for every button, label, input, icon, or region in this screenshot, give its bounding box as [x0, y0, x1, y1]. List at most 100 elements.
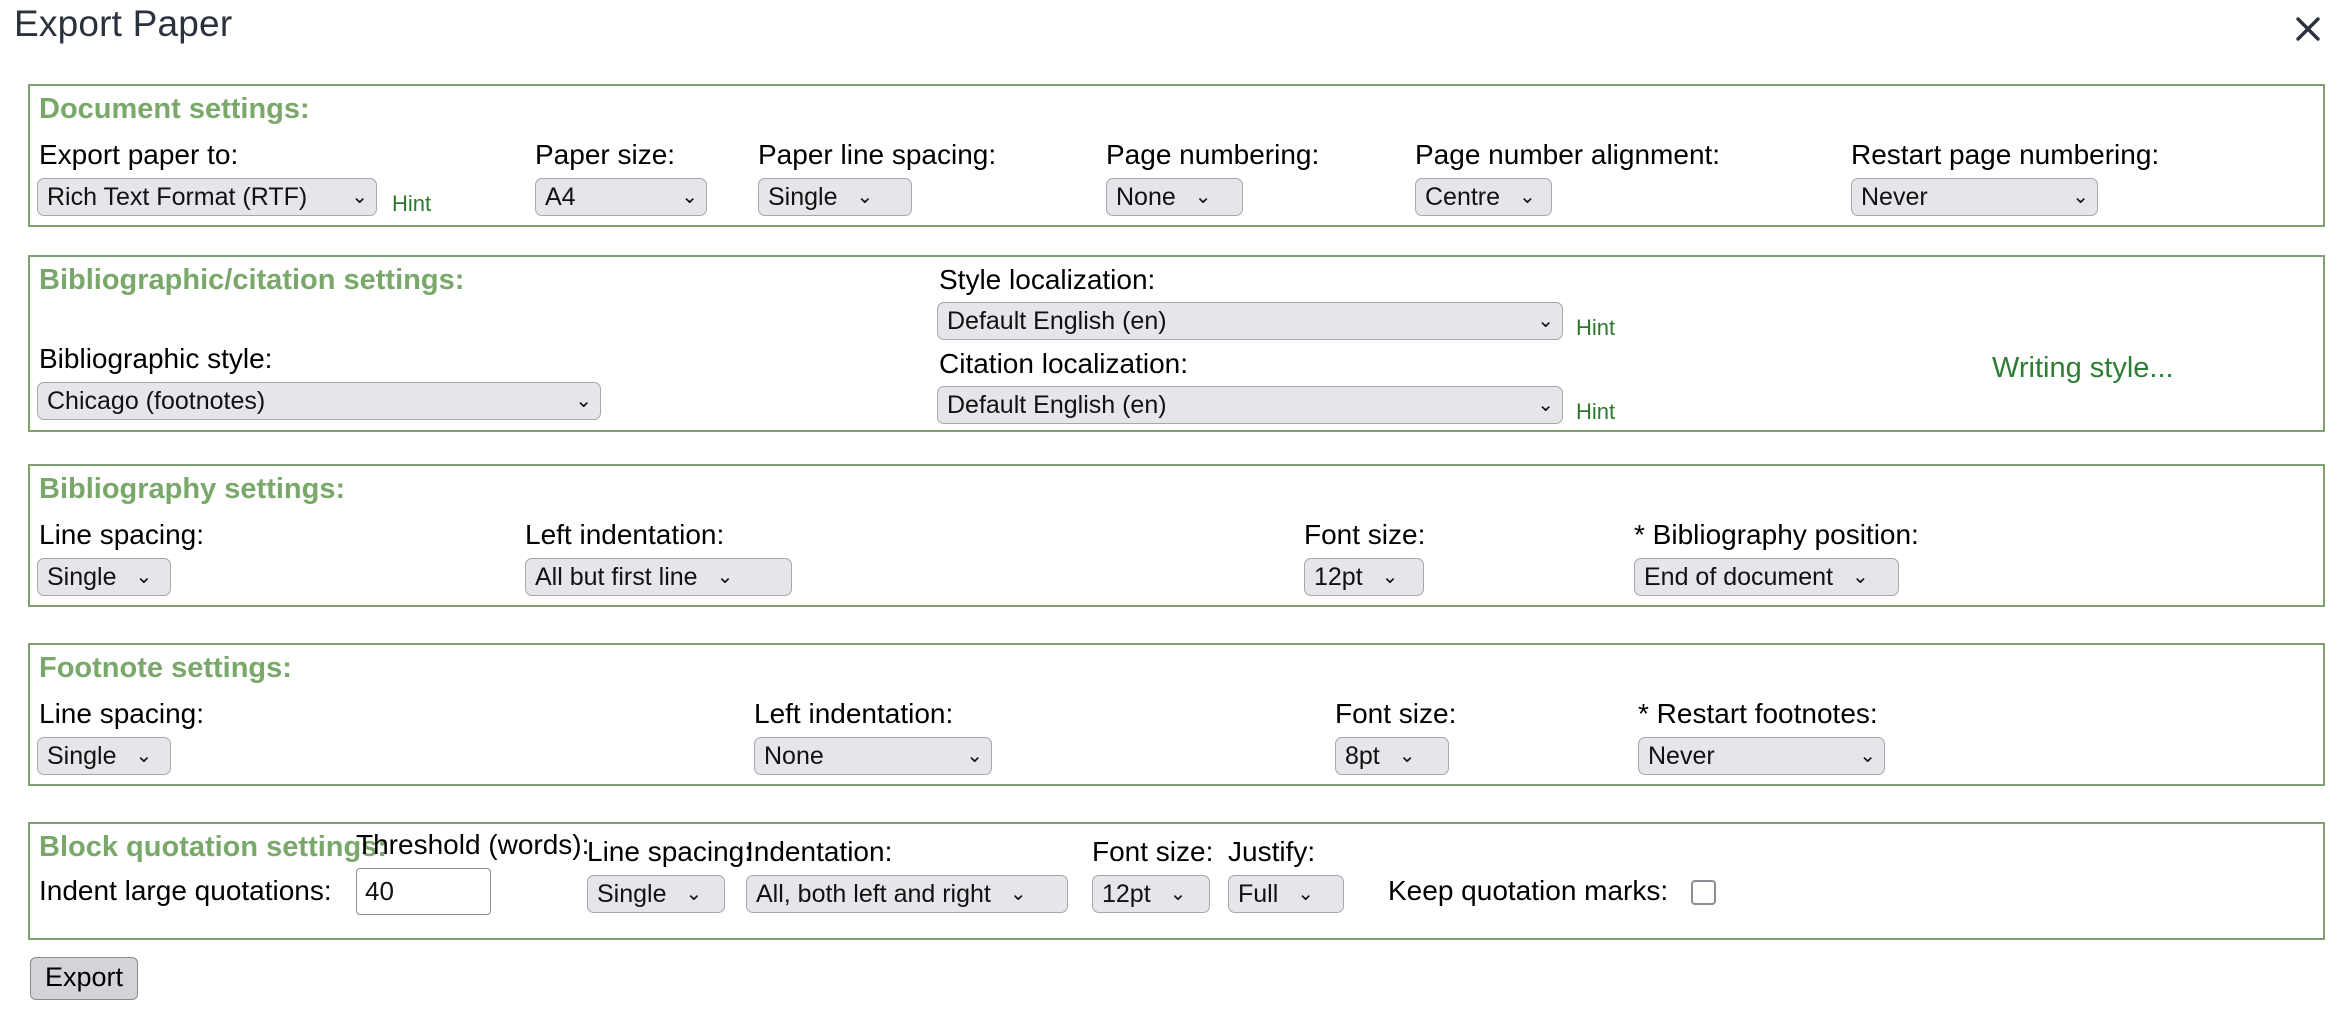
label-export-paper-to: Export paper to:	[39, 139, 238, 171]
label-paper-size: Paper size:	[535, 139, 675, 171]
select-blockquote-justify-value: Full	[1238, 880, 1278, 909]
select-citation-localization[interactable]: Default English (en) ⌄	[937, 386, 1563, 424]
chevron-down-icon: ⌄	[956, 746, 983, 766]
chevron-down-icon: ⌄	[126, 567, 153, 587]
label-restart-page-numbering: Restart page numbering:	[1851, 139, 2159, 171]
select-bibliography-left-indentation-value: All but first line	[535, 563, 698, 592]
hint-link-citation-localization[interactable]: Hint	[1576, 399, 1615, 425]
hint-link-export-paper-to[interactable]: Hint	[392, 191, 431, 217]
chevron-down-icon: ⌄	[126, 746, 153, 766]
chevron-down-icon: ⌄	[676, 884, 703, 904]
select-style-localization[interactable]: Default English (en) ⌄	[937, 302, 1563, 340]
select-footnote-font-size-value: 8pt	[1345, 742, 1380, 771]
select-paper-line-spacing[interactable]: Single ⌄	[758, 178, 912, 216]
section-bibliography-settings: Bibliography settings: Line spacing: Sin…	[28, 464, 2325, 607]
close-icon[interactable]	[2286, 7, 2330, 51]
page-title: Export Paper	[14, 3, 232, 45]
select-restart-page-numbering[interactable]: Never ⌄	[1851, 178, 2098, 216]
select-bibliographic-style-value: Chicago (footnotes)	[47, 387, 265, 416]
select-export-paper-to[interactable]: Rich Text Format (RTF) ⌄	[37, 178, 377, 216]
section-title-block-quotation: Block quotation settings:	[39, 831, 387, 864]
select-footnote-left-indentation-value: None	[764, 742, 824, 771]
select-bibliographic-style[interactable]: Chicago (footnotes) ⌄	[37, 382, 601, 420]
select-page-number-alignment-value: Centre	[1425, 183, 1500, 212]
select-restart-footnotes[interactable]: Never ⌄	[1638, 737, 1885, 775]
chevron-down-icon: ⌄	[707, 567, 734, 587]
select-blockquote-indentation[interactable]: All, both left and right ⌄	[746, 875, 1068, 913]
select-restart-page-numbering-value: Never	[1861, 183, 1928, 212]
select-blockquote-font-size[interactable]: 12pt ⌄	[1092, 875, 1210, 913]
select-blockquote-justify[interactable]: Full ⌄	[1228, 875, 1344, 913]
select-blockquote-font-size-value: 12pt	[1102, 880, 1151, 909]
section-title-bibliographic: Bibliographic/citation settings:	[39, 264, 464, 297]
select-paper-size-value: A4	[545, 183, 576, 212]
chevron-down-icon: ⌄	[1527, 311, 1554, 331]
select-blockquote-indentation-value: All, both left and right	[756, 880, 991, 909]
select-page-number-alignment[interactable]: Centre ⌄	[1415, 178, 1552, 216]
select-bibliography-line-spacing[interactable]: Single ⌄	[37, 558, 171, 596]
label-bibliography-font-size: Font size:	[1304, 519, 1425, 551]
chevron-down-icon: ⌄	[1389, 746, 1416, 766]
chevron-down-icon: ⌄	[1849, 746, 1876, 766]
section-title-document: Document settings:	[39, 93, 310, 126]
label-page-numbering: Page numbering:	[1106, 139, 1319, 171]
label-bibliographic-style: Bibliographic style:	[39, 343, 272, 375]
section-block-quotation-settings: Block quotation settings: Indent large q…	[28, 822, 2325, 940]
hint-link-style-localization[interactable]: Hint	[1576, 315, 1615, 341]
select-bibliography-position[interactable]: End of document ⌄	[1634, 558, 1899, 596]
label-blockquote-justify: Justify:	[1228, 836, 1315, 868]
select-blockquote-line-spacing-value: Single	[597, 880, 667, 909]
section-footnote-settings: Footnote settings: Line spacing: Single …	[28, 643, 2325, 786]
select-bibliography-line-spacing-value: Single	[47, 563, 117, 592]
export-button[interactable]: Export	[30, 957, 138, 1000]
select-page-numbering[interactable]: None ⌄	[1106, 178, 1243, 216]
select-style-localization-value: Default English (en)	[947, 307, 1167, 336]
label-paper-line-spacing: Paper line spacing:	[758, 139, 996, 171]
chevron-down-icon: ⌄	[2062, 187, 2089, 207]
label-page-number-alignment: Page number alignment:	[1415, 139, 1720, 171]
label-restart-footnotes: * Restart footnotes:	[1638, 698, 1878, 730]
label-keep-quotation-marks: Keep quotation marks:	[1388, 875, 1668, 907]
section-document-settings: Document settings: Export paper to: Rich…	[28, 84, 2325, 227]
label-bibliography-line-spacing: Line spacing:	[39, 519, 204, 551]
chevron-down-icon: ⌄	[1527, 395, 1554, 415]
input-threshold-words[interactable]: 40	[356, 868, 491, 915]
chevron-down-icon: ⌄	[1842, 567, 1869, 587]
select-footnote-font-size[interactable]: 8pt ⌄	[1335, 737, 1449, 775]
chevron-down-icon: ⌄	[341, 187, 368, 207]
label-bibliography-left-indentation: Left indentation:	[525, 519, 724, 551]
chevron-down-icon: ⌄	[565, 391, 592, 411]
label-indent-large-quotations: Indent large quotations:	[39, 875, 332, 907]
chevron-down-icon: ⌄	[1509, 187, 1536, 207]
select-paper-size[interactable]: A4 ⌄	[535, 178, 707, 216]
select-footnote-left-indentation[interactable]: None ⌄	[754, 737, 992, 775]
select-bibliography-font-size[interactable]: 12pt ⌄	[1304, 558, 1424, 596]
chevron-down-icon: ⌄	[1000, 884, 1027, 904]
label-blockquote-indentation: Indentation:	[746, 836, 892, 868]
select-export-paper-to-value: Rich Text Format (RTF)	[47, 183, 307, 212]
label-threshold-words: Threshold (words):	[356, 829, 589, 861]
chevron-down-icon: ⌄	[847, 187, 874, 207]
label-footnote-line-spacing: Line spacing:	[39, 698, 204, 730]
select-footnote-line-spacing[interactable]: Single ⌄	[37, 737, 171, 775]
select-bibliography-position-value: End of document	[1644, 563, 1833, 592]
select-footnote-line-spacing-value: Single	[47, 742, 117, 771]
chevron-down-icon: ⌄	[671, 187, 698, 207]
label-footnote-font-size: Font size:	[1335, 698, 1456, 730]
label-bibliography-position: * Bibliography position:	[1634, 519, 1919, 551]
select-bibliography-left-indentation[interactable]: All but first line ⌄	[525, 558, 792, 596]
checkbox-keep-quotation-marks[interactable]	[1691, 880, 1716, 905]
section-bibliographic-settings: Bibliographic/citation settings: Bibliog…	[28, 255, 2325, 432]
select-blockquote-line-spacing[interactable]: Single ⌄	[587, 875, 725, 913]
chevron-down-icon: ⌄	[1287, 884, 1314, 904]
chevron-down-icon: ⌄	[1372, 567, 1399, 587]
section-title-footnote: Footnote settings:	[39, 652, 292, 685]
select-restart-footnotes-value: Never	[1648, 742, 1715, 771]
select-citation-localization-value: Default English (en)	[947, 391, 1167, 420]
select-paper-line-spacing-value: Single	[768, 183, 838, 212]
label-footnote-left-indentation: Left indentation:	[754, 698, 953, 730]
dialog-titlebar: Export Paper	[0, 0, 2348, 68]
label-style-localization: Style localization:	[939, 264, 1155, 296]
writing-style-link[interactable]: Writing style...	[1992, 352, 2174, 385]
export-paper-dialog: Export Paper Document settings: Export p…	[0, 0, 2348, 1014]
